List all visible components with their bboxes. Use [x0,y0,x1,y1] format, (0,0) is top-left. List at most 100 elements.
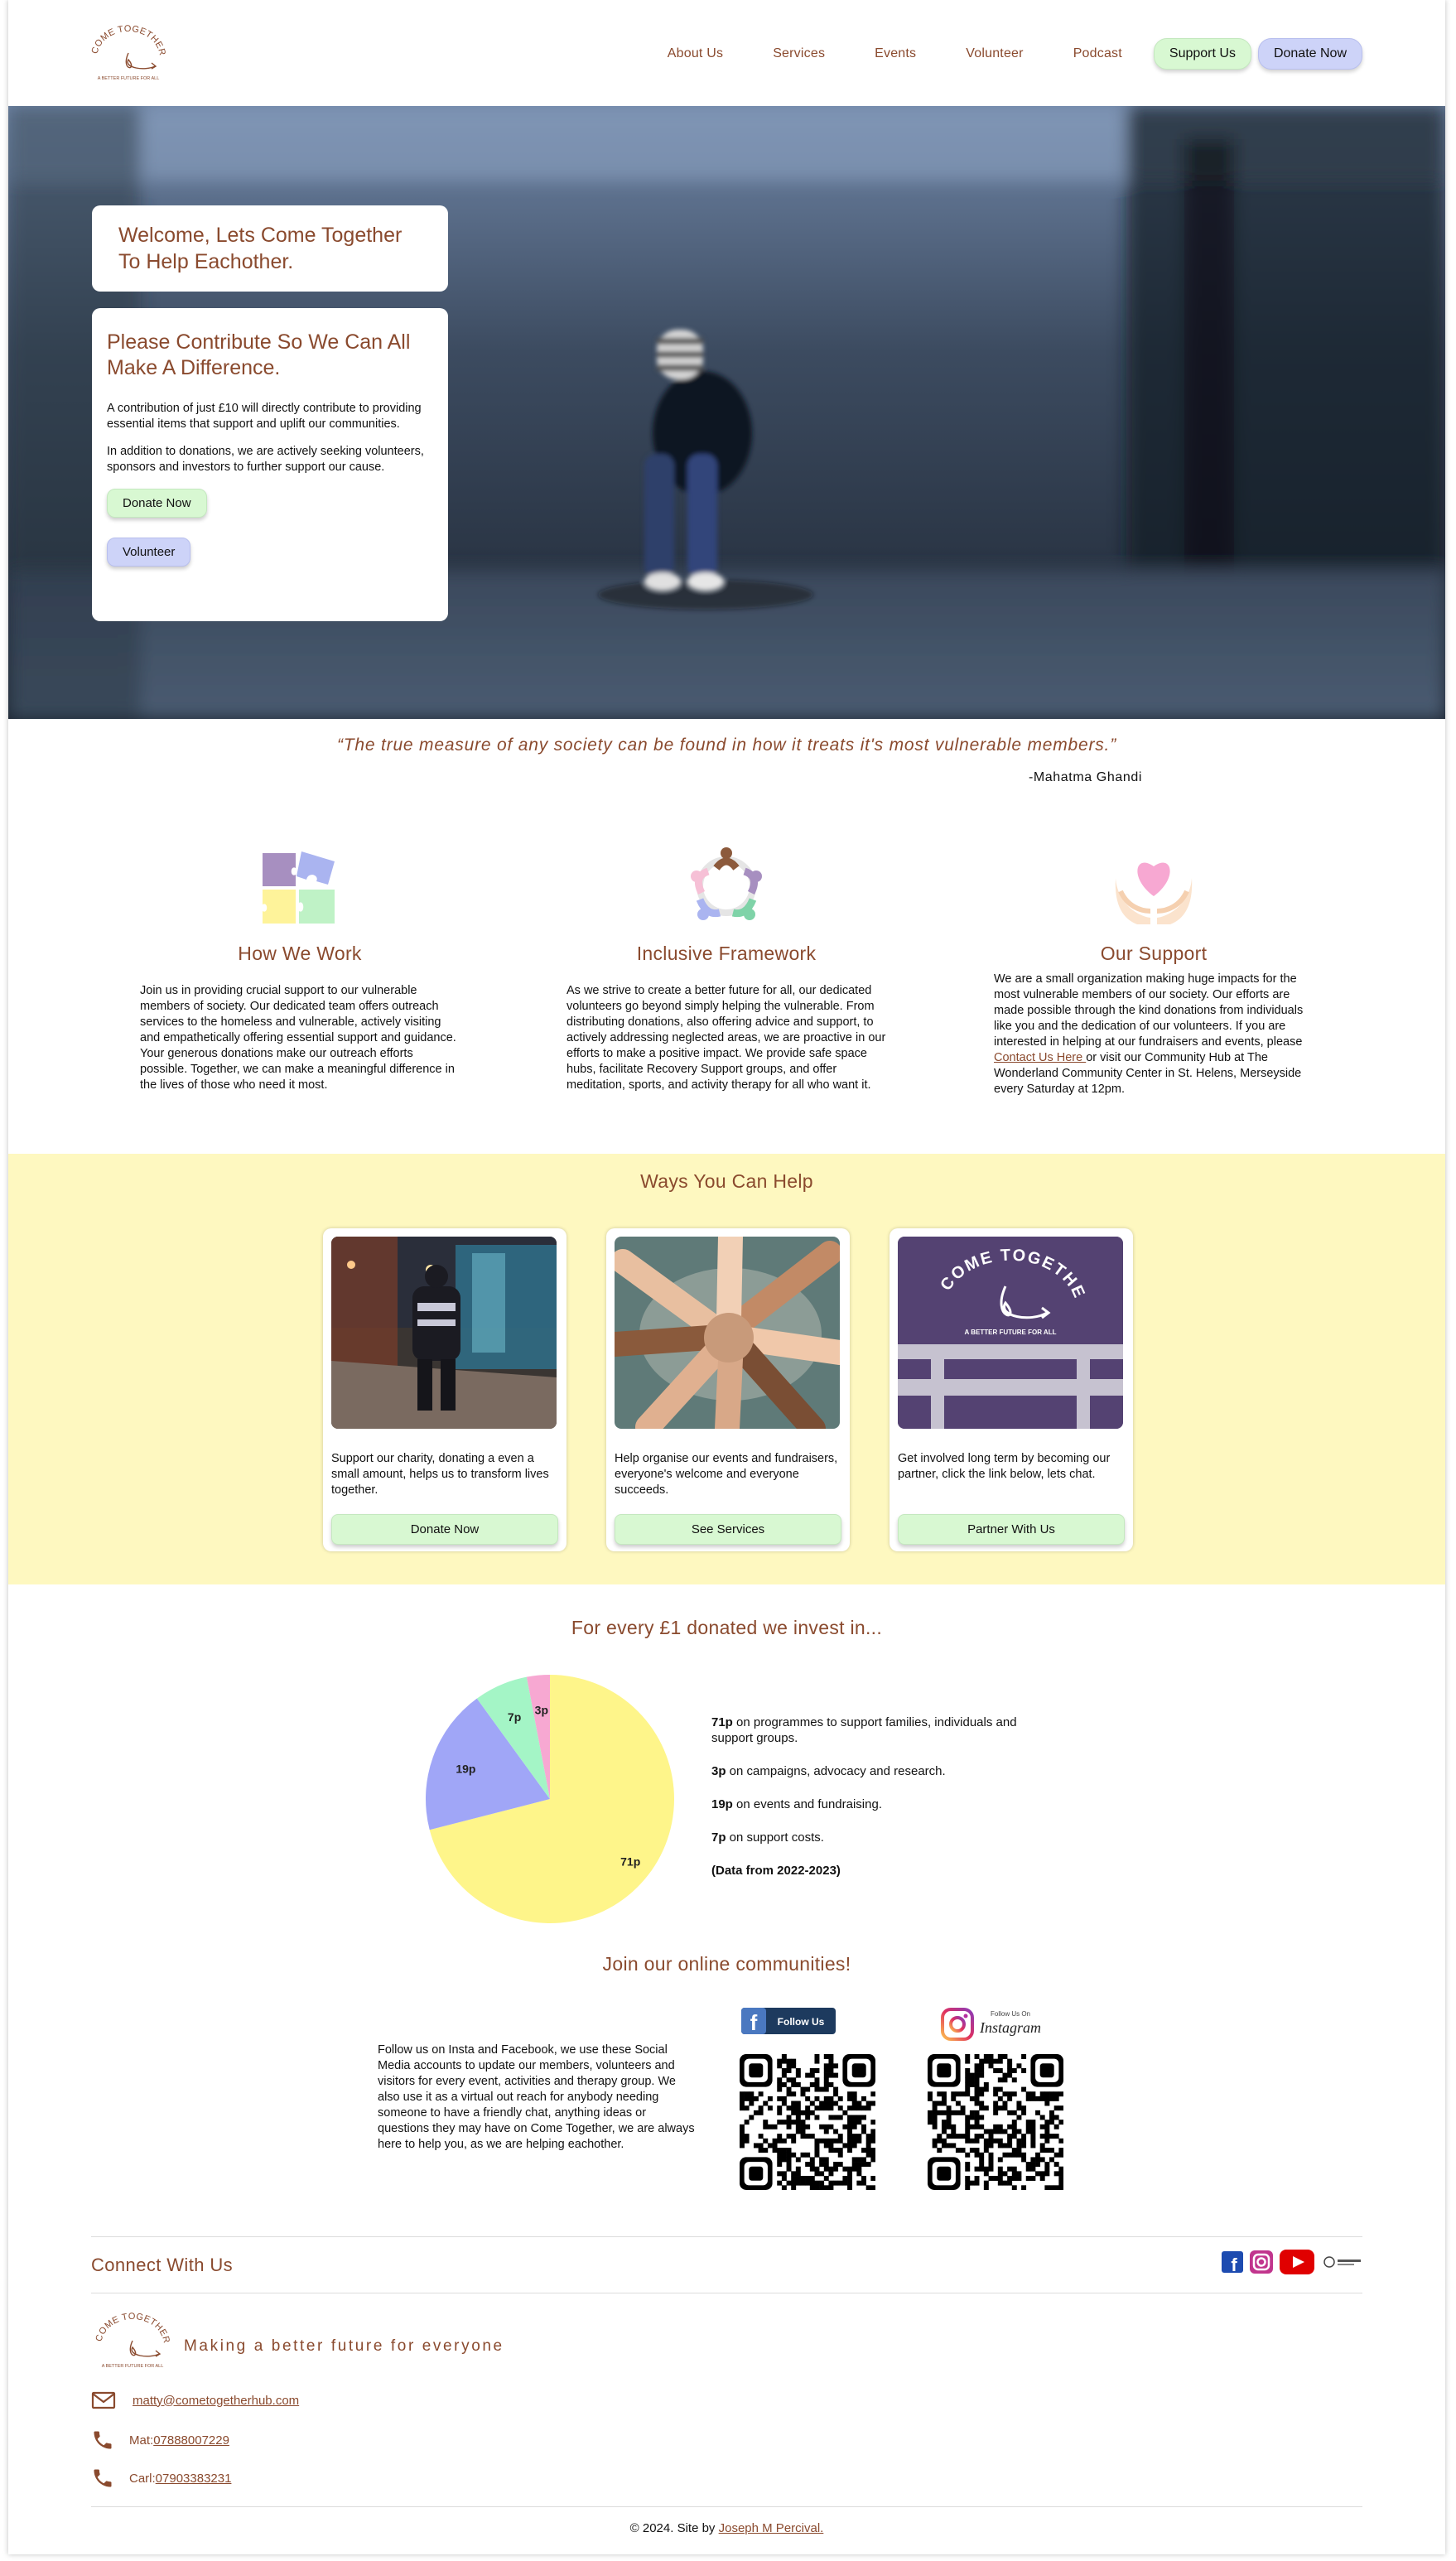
hero-donate-button[interactable]: Donate Now [107,489,207,518]
instagram-block: Follow Us On Instagram [941,2006,1077,2047]
help-card-donate: Support our charity, donating a even a s… [323,1228,566,1551]
outreach-photo [331,1237,557,1429]
contribute-text-1: A contribution of just £10 will directly… [107,402,422,431]
svg-text:Follow Us On: Follow Us On [991,2010,1030,2018]
svg-text:COME TOGETHER: COME TOGETHER [89,24,166,57]
pie-slice-label: 19p [456,1762,475,1775]
phone-icon [94,2469,112,2487]
community-logo-icon[interactable] [1323,2252,1362,2272]
nav-services[interactable]: Services [773,46,825,61]
legend-item: 3p on campaigns, advocacy and research. [711,1764,946,1778]
donation-title: For every £1 donated we invest in... [571,1617,883,1638]
tagline: Making a better future for everyone [184,2337,504,2355]
email-link[interactable]: matty@cometogetherhub.com [133,2394,299,2408]
help-card-text: Help organise our events and fundraisers… [615,1452,838,1497]
welcome-box: Welcome, Lets Come Together To Help Each… [92,205,448,292]
nav-volunteer[interactable]: Volunteer [966,46,1023,61]
legend-item: 19p on events and fundraising. [711,1797,882,1811]
help-card-partner: COME TOGETHER A BETTER FUTURE FOR ALL Ge… [890,1223,1133,1551]
communities-title: Join our online communities! [602,1953,851,1975]
phone-contact-1: Mat: 07888007229 [91,2428,229,2452]
hands-together-photo [602,1224,852,1441]
feature-text: We are a small organization making huge … [994,972,1304,1096]
nav-about-us[interactable]: About Us [668,46,723,61]
feature-title: Our Support [1100,943,1208,964]
pie-slice-label: 7p [508,1710,521,1724]
nav-events[interactable]: Events [875,46,916,61]
facebook-block: f Follow Us [740,2006,875,2040]
ways-section: Ways You Can Help Support our charity, d… [8,1154,1445,1584]
legend-item: 7p on support costs. [711,1830,824,1845]
data-note: (Data from 2022-2023) [711,1864,841,1878]
feature-title: Inclusive Framework [636,943,817,964]
phone-contact-2: Carl: 07903383231 [91,2467,231,2490]
feature-how-we-work: How We Work Join us in providing crucial… [113,845,486,1093]
svg-text:f: f [750,2010,758,2035]
logo-subtext: A BETTER FUTURE FOR ALL [98,76,160,81]
logo-text: COME TOGETHER [89,24,166,57]
feature-text: As we strive to create a better future f… [566,984,886,1092]
youtube-icon[interactable] [1280,2250,1314,2274]
facebook-follow-button[interactable]: f Follow Us [740,2006,837,2036]
svg-text:Follow Us: Follow Us [778,2016,825,2028]
vest-photo: COME TOGETHER A BETTER FUTURE FOR ALL [891,1223,1123,1429]
puzzle-icon [263,851,335,924]
phone-icon [94,2431,112,2449]
divider [91,2236,1362,2237]
heart-hands-icon [1115,862,1193,924]
facebook-icon[interactable]: f [1222,2251,1243,2273]
svg-text:COME TOGETHER: COME TOGETHER [94,2312,171,2345]
nav-podcast[interactable]: Podcast [1073,46,1122,61]
pie-slice-label: 3p [535,1703,548,1716]
card-services-button[interactable]: See Services [615,1514,841,1545]
divider [91,2506,1362,2507]
feature-title: How We Work [238,943,362,964]
legend-item: 71p on programmes to support families, i… [711,1715,1017,1745]
feature-our-support: Our Support We are a small organization … [967,845,1340,1097]
feature-inclusive-framework: Inclusive Framework As we strive to crea… [540,845,913,1093]
svg-text:Instagram: Instagram [979,2019,1041,2036]
instagram-qr-code[interactable] [928,2054,1063,2190]
author-link[interactable]: Joseph M Percival. [719,2521,824,2535]
contribute-box: Please Contribute So We Can All Make A D… [92,308,448,621]
donation-legend: 71p on programmes to support families, i… [711,1715,1043,1896]
contribute-text-2: In addition to donations, we are activel… [107,445,424,474]
communities-text: Follow us on Insta and Facebook, we use … [378,2043,695,2151]
quote-author: -Mahatma Ghandi [1028,770,1142,784]
feature-text: Join us in providing crucial support to … [140,984,456,1092]
donate-now-nav-button[interactable]: Donate Now [1257,38,1362,70]
hero-section: Welcome, Lets Come Together To Help Each… [8,106,1445,719]
svg-text:A BETTER FUTURE FOR ALL: A BETTER FUTURE FOR ALL [965,1329,1057,1336]
support-us-button[interactable]: Support Us [1153,38,1251,70]
ways-title: Ways You Can Help [640,1170,813,1192]
svg-text:f: f [1231,2255,1237,2273]
welcome-heading: Welcome, Lets Come Together To Help Each… [118,224,403,273]
phone-link-1[interactable]: 07888007229 [153,2433,229,2448]
logo[interactable]: COME TOGETHER A BETTER FUTURE FOR ALL [87,23,170,86]
contribute-heading: Please Contribute So We Can All Make A D… [107,330,411,379]
email-contact: matty@cometogetherhub.com [91,2390,299,2410]
page: COME TOGETHER A BETTER FUTURE FOR ALL Ab… [8,0,1445,2554]
facebook-qr-code[interactable] [740,2054,875,2190]
hero-volunteer-button[interactable]: Volunteer [107,538,191,567]
pie-slice-label: 71p [620,1854,640,1868]
mail-icon [91,2391,116,2409]
card-donate-button[interactable]: Donate Now [331,1514,558,1545]
phone-link-2[interactable]: 07903383231 [156,2472,232,2486]
contact-us-link[interactable]: Contact Us Here [994,1051,1086,1064]
quote-section: “The true measure of any society can be … [8,736,1445,784]
connect-heading: Connect With Us [91,2255,234,2275]
card-partner-button[interactable]: Partner With Us [898,1514,1125,1545]
svg-text:A BETTER FUTURE FOR ALL: A BETTER FUTURE FOR ALL [102,2364,164,2369]
main-nav: About Us Services Events Volunteer Podca… [643,38,1362,70]
people-circle-icon [691,847,762,920]
help-card-services: Help organise our events and fundraisers… [602,1224,852,1551]
footer-logo[interactable]: COME TOGETHER A BETTER FUTURE FOR ALL [91,2311,174,2374]
copyright: © 2024. Site by Joseph M Percival. [629,2521,824,2535]
quote-text: “The true measure of any society can be … [337,736,1116,755]
instagram-icon[interactable] [1250,2250,1273,2274]
donation-pie-chart: 71p 19p 7p 3p [426,1675,674,1923]
help-card-text: Support our charity, donating a even a s… [331,1452,549,1497]
instagram-follow-button[interactable]: Follow Us On Instagram [941,2006,1049,2043]
footer-social-icons: f [1222,2250,1362,2274]
